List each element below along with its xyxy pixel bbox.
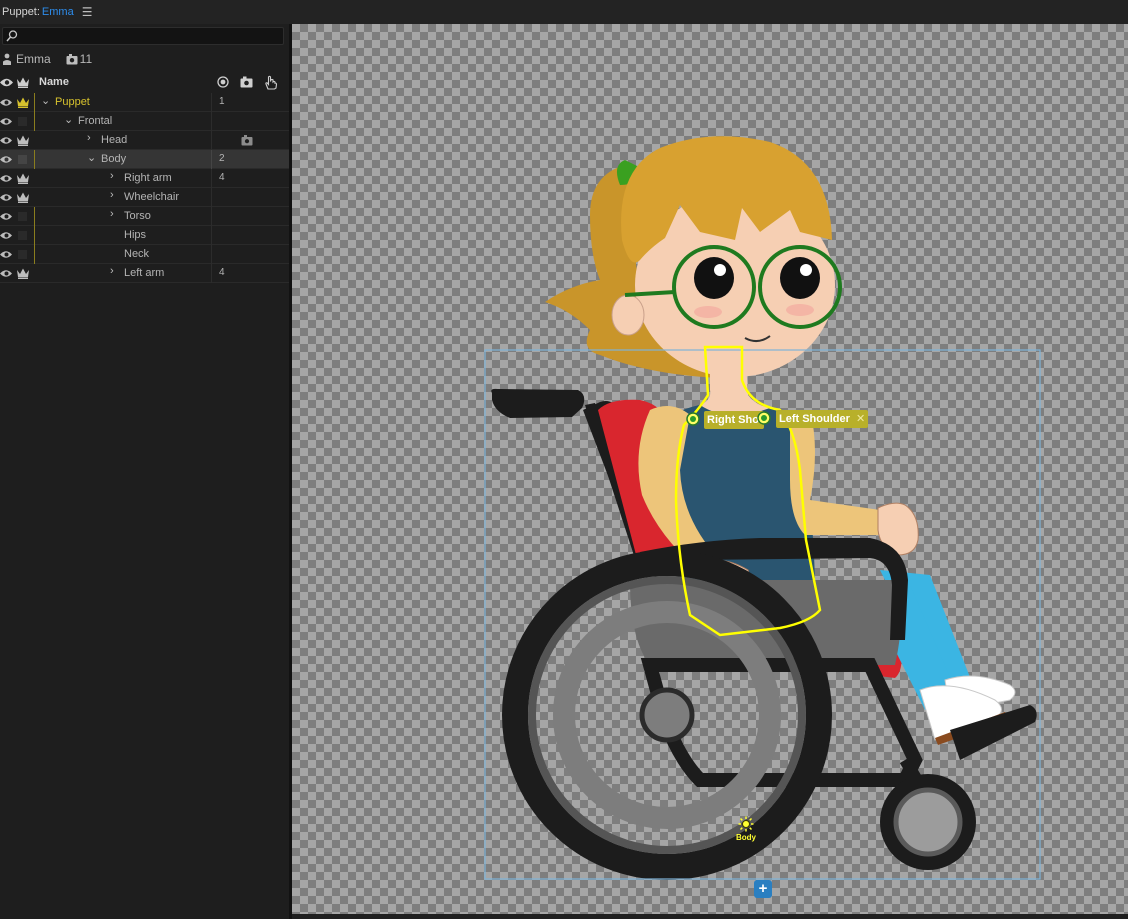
layer-name: Left arm bbox=[124, 267, 165, 279]
chevron-down-icon[interactable]: ⌄ bbox=[87, 151, 96, 164]
layer-name: Hips bbox=[124, 229, 147, 241]
hamburger-menu-icon[interactable]: ☰ bbox=[82, 5, 93, 19]
person-icon bbox=[3, 53, 11, 65]
eye-icon[interactable] bbox=[0, 173, 12, 184]
crown-icon[interactable] bbox=[16, 134, 30, 146]
right-shoulder-label: Right Shoulder bbox=[704, 411, 764, 429]
chevron-down-icon[interactable]: ⌄ bbox=[64, 113, 73, 126]
layer-row-right-arm[interactable]: › Right arm 4 bbox=[0, 169, 290, 188]
chevron-right-icon[interactable]: › bbox=[110, 208, 114, 220]
left-shoulder-handle-icon[interactable] bbox=[757, 411, 771, 425]
layer-count: 1 bbox=[219, 96, 225, 107]
layer-row-body[interactable]: ⌄ Body 2 bbox=[0, 150, 290, 169]
panel-title-label: Puppet: bbox=[2, 6, 40, 18]
canvas-bottom-bar bbox=[292, 914, 1128, 919]
crown-column-icon bbox=[17, 77, 29, 88]
origin-label: Body bbox=[736, 833, 756, 842]
layer-count: 2 bbox=[219, 153, 225, 164]
layer-row-left-arm[interactable]: › Left arm 4 bbox=[0, 264, 290, 283]
layer-count: 4 bbox=[219, 267, 225, 278]
chevron-down-icon[interactable]: ⌄ bbox=[41, 94, 50, 107]
layer-count: 4 bbox=[219, 172, 225, 183]
layer-row-hips[interactable]: Hips bbox=[0, 226, 290, 245]
independence-toggle[interactable] bbox=[18, 250, 27, 259]
eye-icon[interactable] bbox=[0, 268, 12, 279]
camera-icon bbox=[66, 53, 78, 64]
eye-icon[interactable] bbox=[0, 192, 12, 203]
crown-icon[interactable] bbox=[16, 267, 30, 279]
layer-name: Puppet bbox=[55, 96, 90, 108]
layer-list: ⌄ Puppet 1 ⌄ Frontal › Head ⌄ Body 2 › R… bbox=[0, 93, 290, 283]
visibility-column-eye-icon bbox=[0, 78, 13, 87]
layer-name: Head bbox=[101, 134, 128, 146]
eye-icon[interactable] bbox=[0, 116, 12, 127]
camera-column-icon bbox=[240, 76, 253, 88]
independence-toggle[interactable] bbox=[18, 231, 27, 240]
name-column-header[interactable]: Name bbox=[39, 76, 69, 88]
puppet-artwork bbox=[484, 136, 1041, 880]
layer-name: Torso bbox=[124, 210, 151, 222]
chevron-right-icon[interactable]: › bbox=[110, 170, 114, 182]
search-icon bbox=[6, 30, 18, 42]
layer-row-wheelchair[interactable]: › Wheelchair bbox=[0, 188, 290, 207]
independence-toggle[interactable] bbox=[18, 155, 27, 164]
layer-row-frontal[interactable]: ⌄ Frontal bbox=[0, 112, 290, 131]
add-handle-button[interactable]: + bbox=[754, 880, 772, 898]
layer-row-neck[interactable]: Neck bbox=[0, 245, 290, 264]
layer-row-puppet[interactable]: ⌄ Puppet 1 bbox=[0, 93, 290, 112]
search-input[interactable] bbox=[2, 27, 284, 45]
independence-toggle[interactable] bbox=[18, 212, 27, 221]
close-icon[interactable]: ✕ bbox=[856, 413, 865, 425]
panel-header: Puppet: Emma ☰ bbox=[0, 0, 1128, 24]
camera-icon[interactable] bbox=[241, 135, 253, 146]
layer-list-header: Name bbox=[0, 73, 290, 93]
puppet-layer-count: 11 bbox=[79, 52, 93, 66]
chevron-right-icon[interactable]: › bbox=[110, 189, 114, 201]
puppet-info-name: Emma bbox=[16, 52, 51, 66]
layer-row-torso[interactable]: › Torso bbox=[0, 207, 290, 226]
chevron-right-icon[interactable]: › bbox=[110, 265, 114, 277]
eye-icon[interactable] bbox=[0, 230, 12, 241]
puppet-panel: Emma 11 Name ⌄ Puppet 1 ⌄ Frontal › Head… bbox=[0, 24, 290, 919]
eye-icon[interactable] bbox=[0, 249, 12, 260]
layer-row-head[interactable]: › Head bbox=[0, 131, 290, 150]
record-column-icon bbox=[217, 76, 229, 88]
hand-column-icon bbox=[265, 75, 278, 90]
layer-name: Body bbox=[101, 153, 127, 165]
eye-icon[interactable] bbox=[0, 154, 12, 165]
origin-sun-icon[interactable] bbox=[738, 816, 754, 832]
eye-icon[interactable] bbox=[0, 211, 12, 222]
layer-name: Neck bbox=[124, 248, 150, 260]
right-shoulder-handle-icon[interactable] bbox=[686, 412, 700, 426]
crown-icon[interactable] bbox=[16, 191, 30, 203]
layer-name: Right arm bbox=[124, 172, 172, 184]
eye-icon[interactable] bbox=[0, 135, 12, 146]
puppet-canvas[interactable]: Right Shoulder Left Shoulder ✕ Body + bbox=[292, 24, 1128, 919]
crown-icon[interactable] bbox=[16, 172, 30, 184]
layer-name: Wheelchair bbox=[124, 191, 180, 203]
crown-icon-yellow[interactable] bbox=[16, 96, 30, 108]
independence-toggle[interactable] bbox=[18, 117, 27, 126]
layer-name: Frontal bbox=[78, 115, 113, 127]
chevron-right-icon[interactable]: › bbox=[87, 132, 91, 144]
puppet-name-link[interactable]: Emma bbox=[42, 6, 74, 18]
eye-icon[interactable] bbox=[0, 97, 12, 108]
left-shoulder-label: Left Shoulder ✕ bbox=[776, 410, 869, 428]
puppet-info-bar: Emma 11 bbox=[0, 49, 290, 69]
